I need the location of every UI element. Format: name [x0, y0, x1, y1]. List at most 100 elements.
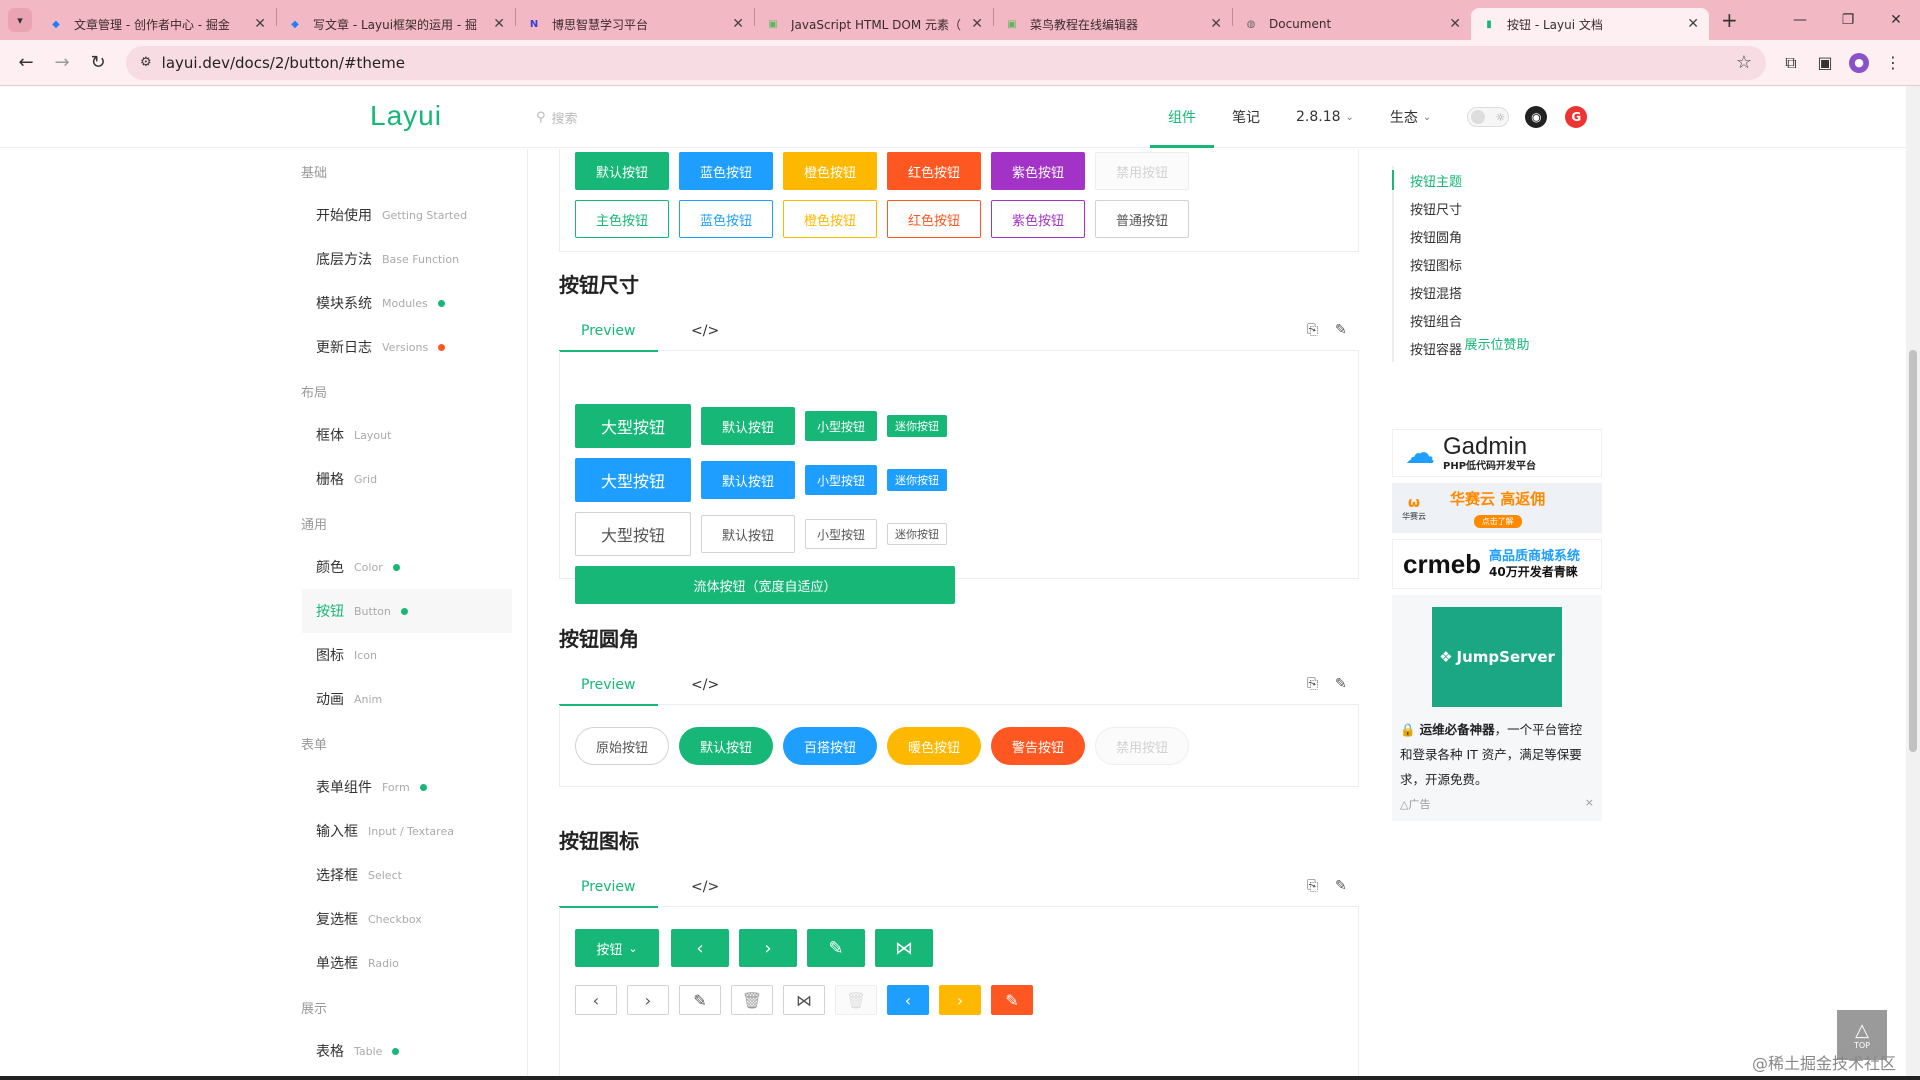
size-button[interactable]: 默认按钮	[701, 407, 795, 445]
theme-button[interactable]: 红色按钮	[887, 152, 981, 190]
radius-button[interactable]: 警告按钮	[991, 727, 1085, 765]
copy-icon[interactable]: ⎘	[1307, 878, 1318, 894]
toc-item[interactable]: 按钮尺寸	[1394, 194, 1462, 222]
sidebar-item[interactable]: 图标 Icon	[0, 633, 512, 677]
copy-icon[interactable]: ⎘	[1307, 322, 1318, 338]
side-panel-icon[interactable]: ▣	[1808, 46, 1842, 80]
theme-button[interactable]: 默认按钮	[575, 152, 669, 190]
minimize-button[interactable]: —	[1776, 0, 1824, 40]
nav-item-3[interactable]: 生态 ⌄	[1372, 86, 1449, 148]
tab-code[interactable]: </>	[691, 311, 719, 351]
sidebar-item[interactable]: 更新日志 Versions	[0, 325, 512, 369]
icon-button[interactable]: ✎	[679, 985, 721, 1015]
outline-button[interactable]: 普通按钮	[1095, 200, 1189, 238]
toc-item[interactable]: 按钮混搭	[1394, 278, 1462, 306]
sidebar-item[interactable]: 按钮 Button	[302, 589, 512, 633]
nav-item-1[interactable]: 笔记	[1214, 86, 1278, 148]
tab-close-icon[interactable]: ✕	[254, 16, 266, 32]
browser-tab[interactable]: ▣ JavaScript HTML DOM 元素（ ✕	[755, 8, 993, 40]
radius-button[interactable]: 百搭按钮	[783, 727, 877, 765]
theme-toggle[interactable]: ☼	[1467, 107, 1510, 127]
tab-close-icon[interactable]: ✕	[1687, 16, 1699, 32]
site-info-icon[interactable]: ⚙	[140, 55, 152, 70]
size-button[interactable]: 默认按钮	[701, 515, 795, 553]
edit-icon[interactable]: ✎	[1335, 878, 1347, 894]
outline-button[interactable]: 蓝色按钮	[679, 200, 773, 238]
edit-icon[interactable]: ✎	[1335, 322, 1347, 338]
menu-icon[interactable]: ⋮	[1876, 46, 1910, 80]
sidebar-item[interactable]: 模块系统 Modules	[0, 281, 512, 325]
edit-button[interactable]: ✎	[807, 929, 865, 967]
search-box[interactable]: ⚲ 搜索	[536, 108, 578, 127]
sidebar-item[interactable]: 框体 Layout	[0, 413, 512, 457]
toc-item[interactable]: 按钮主题	[1391, 166, 1462, 194]
new-tab-button[interactable]: +	[1721, 8, 1738, 32]
tab-preview[interactable]: Preview	[559, 867, 657, 908]
browser-tab[interactable]: ◆ 写文章 - Layui框架的运用 - 掘 ✕	[277, 8, 515, 40]
sidebar-item[interactable]: 底层方法 Base Function	[0, 237, 512, 281]
nav-item-0[interactable]: 组件	[1150, 86, 1214, 148]
ad-jumpserver[interactable]: ❖ JumpServer 🔒 运维必备神器，一个平台管控和登录各种 IT 资产，…	[1392, 595, 1602, 821]
browser-tab[interactable]: ▣ 菜鸟教程在线编辑器 ✕	[994, 8, 1232, 40]
icon-button[interactable]: ⋈	[783, 985, 825, 1015]
ad-close-icon[interactable]: ×	[1585, 796, 1594, 812]
tab-preview[interactable]: Preview	[559, 665, 657, 706]
share-button[interactable]: ⋈	[875, 929, 933, 967]
chevron-left-button[interactable]: ‹	[671, 929, 729, 967]
size-button[interactable]: 迷你按钮	[887, 523, 947, 545]
sidebar-item[interactable]: 颜色 Color	[0, 545, 512, 589]
size-button[interactable]: 小型按钮	[805, 411, 877, 441]
tab-preview[interactable]: Preview	[559, 311, 657, 352]
sidebar-item[interactable]: 栅格 Grid	[0, 457, 512, 501]
radius-button[interactable]: 默认按钮	[679, 727, 773, 765]
radius-button[interactable]: 暖色按钮	[887, 727, 981, 765]
github-icon[interactable]: ◉	[1525, 106, 1548, 128]
toc-item[interactable]: 按钮图标	[1394, 250, 1462, 278]
dropdown-button[interactable]: 按钮 ⌄	[575, 929, 659, 967]
url-text[interactable]: layui.dev/docs/2/button/#theme	[162, 54, 1736, 72]
sidebar-item[interactable]: 单选框 Radio	[0, 941, 512, 985]
icon-button[interactable]: ›	[627, 985, 669, 1015]
icon-button[interactable]: ‹	[575, 985, 617, 1015]
size-button[interactable]: 迷你按钮	[887, 415, 947, 437]
tab-close-icon[interactable]: ✕	[732, 16, 744, 32]
size-button[interactable]: 大型按钮	[575, 404, 691, 448]
ad-gadmin[interactable]: ☁ Gadmin PHP低代码开发平台	[1392, 429, 1602, 477]
tab-close-icon[interactable]: ✕	[1449, 16, 1461, 32]
chevron-right-button[interactable]: ›	[739, 929, 797, 967]
size-button[interactable]: 默认按钮	[701, 461, 795, 499]
sidebar-item[interactable]: 复选框 Checkbox	[0, 897, 512, 941]
tab-code[interactable]: </>	[691, 665, 719, 705]
browser-tab[interactable]: ◍ Document ✕	[1233, 8, 1471, 40]
icon-button[interactable]: ›	[939, 985, 981, 1015]
browser-tab[interactable]: ◆ 文章管理 - 创作者中心 - 掘金 ✕	[38, 8, 276, 40]
extensions-icon[interactable]: ⧉	[1774, 46, 1808, 80]
back-button[interactable]: ←	[10, 47, 42, 79]
browser-tab[interactable]: N 博思智慧学习平台 ✕	[516, 8, 754, 40]
outline-button[interactable]: 红色按钮	[887, 200, 981, 238]
ad-huasaiyun[interactable]: ω 华赛云 华赛云 高返佣 点击了解	[1392, 483, 1602, 533]
outline-button[interactable]: 紫色按钮	[991, 200, 1085, 238]
toc-item[interactable]: 按钮圆角	[1394, 222, 1462, 250]
scrollbar[interactable]	[1906, 86, 1920, 1080]
toc-item[interactable]: 按钮组合	[1394, 306, 1462, 334]
outline-button[interactable]: 主色按钮	[575, 200, 669, 238]
size-button[interactable]: 小型按钮	[805, 465, 877, 495]
ad-crmeb[interactable]: crmeb 高品质商城系统 40万开发者青睐	[1392, 539, 1602, 589]
size-button[interactable]: 小型按钮	[805, 519, 877, 549]
size-button[interactable]: 大型按钮	[575, 458, 691, 502]
outline-button[interactable]: 橙色按钮	[783, 200, 877, 238]
sidebar-item[interactable]: 表单组件 Form	[0, 765, 512, 809]
radius-button[interactable]: 原始按钮	[575, 727, 669, 765]
nav-item-2[interactable]: 2.8.18 ⌄	[1278, 86, 1372, 148]
layui-logo[interactable]: Layui	[370, 100, 442, 132]
size-button[interactable]: 迷你按钮	[887, 469, 947, 491]
icon-button[interactable]: ✎	[991, 985, 1033, 1015]
browser-tab[interactable]: ▮ 按钮 - Layui 文档 ✕	[1471, 8, 1709, 40]
theme-button[interactable]: 紫色按钮	[991, 152, 1085, 190]
restore-button[interactable]: ❐	[1824, 0, 1872, 40]
sidebar-item[interactable]: 开始使用 Getting Started	[0, 193, 512, 237]
forward-button[interactable]: →	[46, 47, 78, 79]
icon-button[interactable]: 🗑	[731, 985, 773, 1015]
size-button[interactable]: 大型按钮	[575, 512, 691, 556]
